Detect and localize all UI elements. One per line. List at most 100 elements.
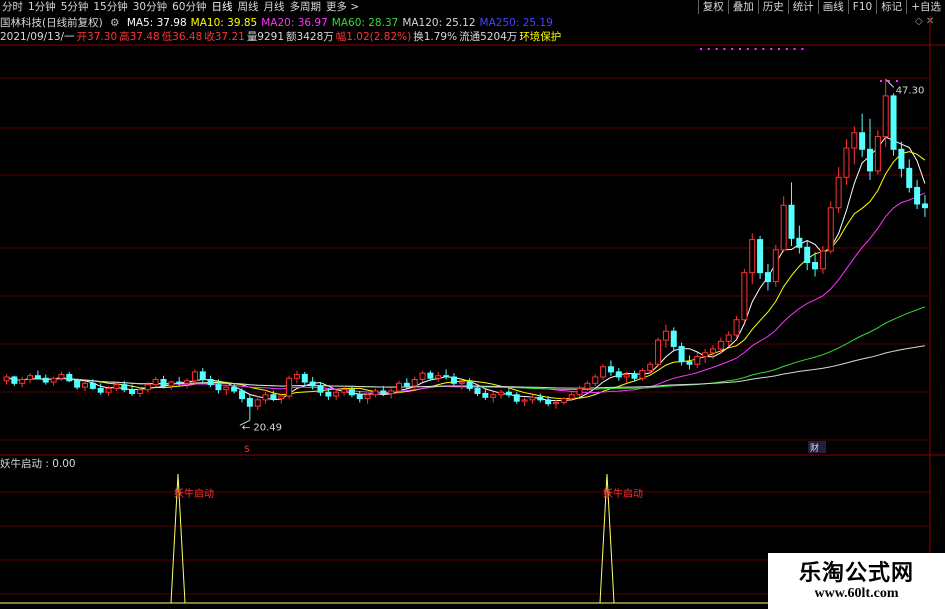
candle-body	[764, 272, 771, 283]
candle-body	[396, 382, 402, 392]
candle-body	[113, 384, 120, 389]
candle-body	[521, 399, 528, 402]
candle-body	[906, 167, 913, 188]
signal-dot	[896, 80, 898, 82]
candle-body	[780, 204, 787, 251]
candle-body	[796, 237, 803, 248]
candle-body	[333, 391, 340, 397]
candle-body	[176, 381, 183, 384]
candle-body	[223, 386, 230, 391]
candle-body	[867, 148, 873, 172]
low-label: ← 20.49	[242, 422, 282, 433]
watermark-title: 乐淘公式网	[798, 561, 914, 586]
candle-body	[215, 384, 222, 391]
candle-body	[639, 370, 646, 379]
signal-dot	[762, 48, 765, 50]
candle-body	[105, 387, 112, 393]
candle-body	[466, 381, 473, 389]
candle-body	[482, 392, 489, 398]
candle-body	[246, 398, 253, 407]
candle-body	[725, 334, 732, 342]
candle-body	[136, 389, 143, 394]
candle-body	[623, 373, 630, 378]
candle-body	[239, 390, 245, 400]
signal-dot	[801, 48, 804, 50]
candle-body	[254, 399, 261, 407]
signal-dot	[746, 48, 749, 50]
candle-body	[380, 390, 387, 394]
candle-body	[191, 371, 198, 382]
candle-body	[859, 132, 866, 150]
signal-dot	[723, 48, 726, 50]
candle-body	[615, 371, 622, 378]
candle-body	[890, 95, 897, 150]
candle-body	[82, 382, 88, 388]
indicator-title: 妖牛启动 : 0.00	[0, 458, 76, 470]
ma-lines	[6, 136, 926, 402]
signal-dot	[770, 48, 773, 50]
ma10-line	[6, 151, 926, 399]
candle-body	[827, 207, 834, 252]
candle-body	[898, 148, 905, 169]
candle-body	[921, 203, 928, 209]
candle-body	[835, 176, 842, 209]
watermark: 乐淘公式网 www.60lt.com	[768, 553, 945, 609]
candle-body	[607, 366, 614, 373]
candle-body	[403, 382, 410, 387]
candle-body	[372, 390, 379, 396]
candle-body	[851, 132, 858, 149]
candle-body	[184, 380, 191, 384]
candle-body	[97, 387, 104, 393]
candle-body	[301, 373, 308, 383]
candle-body	[537, 396, 544, 401]
candle-body	[670, 330, 677, 347]
signal-label: 妖牛启动	[174, 487, 214, 500]
candle-body	[678, 345, 685, 363]
candle-body	[435, 375, 442, 379]
candle-body	[710, 348, 716, 354]
signal-dot	[778, 48, 780, 50]
candle-body	[662, 330, 669, 341]
candle-body	[160, 379, 167, 387]
candle-body	[490, 394, 497, 398]
candle-body	[364, 394, 371, 400]
signal-dot	[739, 48, 741, 50]
candle-body	[152, 379, 159, 386]
grid-lines	[0, 16, 945, 609]
candle-body	[317, 385, 324, 393]
candle-body	[443, 375, 450, 378]
candle-body	[262, 394, 269, 401]
candle-body	[286, 377, 293, 397]
candle-body	[58, 373, 65, 379]
candle-body	[66, 373, 73, 382]
candle-body	[168, 381, 175, 387]
candle-body	[411, 379, 418, 387]
candle-body	[560, 398, 567, 403]
candle-body	[647, 363, 654, 372]
candle-body	[545, 399, 552, 405]
candle-body	[388, 390, 395, 394]
candle-body	[3, 376, 10, 382]
kline-chart[interactable]: 47.30 ← 20.49 S 财 妖牛启动 妖牛启动	[0, 0, 945, 609]
candle-body	[325, 391, 332, 397]
candle-body	[553, 401, 559, 405]
candle-body	[50, 377, 57, 383]
candle-body	[655, 339, 662, 365]
candle-body	[458, 381, 465, 384]
candle-body	[733, 319, 740, 336]
candle-body	[121, 384, 128, 391]
candle-body	[686, 361, 693, 365]
signal-label: 妖牛启动	[603, 487, 643, 500]
candle-body	[11, 376, 18, 384]
candle-body	[717, 340, 724, 350]
candle-body	[34, 375, 41, 379]
ma120-line	[6, 345, 925, 389]
candle-body	[309, 381, 316, 387]
signal-dot	[785, 48, 788, 50]
candle-body	[741, 272, 748, 321]
candle-body	[749, 239, 756, 274]
candle-body	[819, 250, 826, 270]
candle-body	[42, 377, 49, 383]
candle-body	[576, 387, 583, 396]
candle-body	[419, 372, 426, 381]
